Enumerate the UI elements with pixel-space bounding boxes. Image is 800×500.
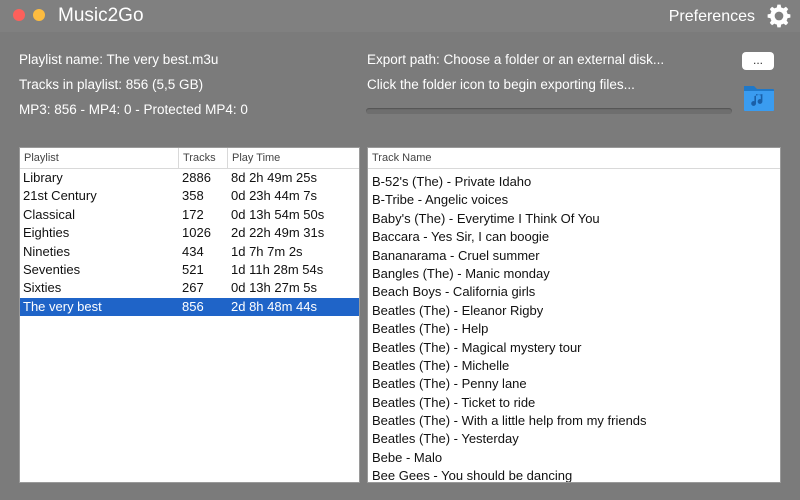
playlist-name-cell: 21st Century [23,188,97,204]
track-row[interactable]: Baby's (The) - Everytime I Think Of You [368,210,780,228]
track-name-cell: Beatles (The) - Ticket to ride [372,394,536,410]
playlist-time-cell: 0d 23h 44m 7s [231,188,318,204]
tracks-count-label: Tracks in playlist: 856 (5,5 GB) [19,77,204,92]
playlist-name-cell: Eighties [23,225,70,241]
track-name-cell: B-Tribe - Angelic voices [372,192,509,208]
track-row[interactable]: Bananarama - Cruel summer [368,247,780,265]
title-bar: Music2Go Preferences [0,0,800,32]
playlist-name-cell: Seventies [23,261,81,277]
column-header-track-name[interactable]: Track Name [368,148,780,168]
playlists-table-header: Playlist Tracks Play Time [20,148,359,169]
playlist-time-cell: 1d 11h 28m 54s [231,261,324,277]
track-name-cell: Beatles (The) - With a little help from … [372,413,647,429]
track-row[interactable]: Beatles (The) - Michelle [368,357,780,375]
track-name-cell: Beatles (The) - Eleanor Rigby [372,302,544,318]
playlist-row[interactable]: Sixties 267 0d 13h 27m 5s [20,279,359,297]
track-name-cell: Beach Boys - California girls [372,284,536,300]
export-hint-label: Click the folder icon to begin exporting… [367,77,635,92]
track-name-cell: Beatles (The) - Penny lane [372,376,527,392]
playlist-name-cell: Nineties [23,243,70,259]
preferences-button[interactable]: Preferences [669,6,755,28]
track-row[interactable]: Beatles (The) - Yesterday [368,430,780,448]
track-name-cell: Beatles (The) - Help [372,321,489,337]
music-folder-icon[interactable] [742,80,776,114]
playlist-time-cell: 1d 7h 7m 2s [231,243,303,259]
track-name-cell: Beatles (The) - Magical mystery tour [372,339,582,355]
playlist-tracks-cell: 434 [182,243,204,259]
track-name-cell: Baccara - Yes Sir, I can boogie [372,229,550,245]
track-row[interactable]: Beatles (The) - Eleanor Rigby [368,302,780,320]
playlist-name-cell: Library [23,170,63,185]
playlist-name-cell: The very best [23,298,102,314]
playlist-row[interactable]: Library 2886 8d 2h 49m 25s [20,169,359,187]
export-progress-bar [366,108,732,114]
playlist-name-label: Playlist name: The very best.m3u [19,52,219,67]
playlist-time-cell: 2d 22h 49m 31s [231,225,325,241]
playlist-row[interactable]: Seventies 521 1d 11h 28m 54s [20,261,359,279]
playlist-row[interactable]: Classical 172 0d 13h 54m 50s [20,206,359,224]
track-row[interactable]: Bebe - Malo [368,449,780,467]
minimize-window-button[interactable] [33,9,45,21]
track-name-cell: Bananarama - Cruel summer [372,247,540,263]
playlist-time-cell: 0d 13h 27m 5s [231,280,318,296]
app-title: Music2Go [58,5,144,26]
playlist-row[interactable]: The very best 856 2d 8h 48m 44s [20,297,359,317]
playlists-table-body: Library 2886 8d 2h 49m 25s 21st Century 358 0… [20,169,359,317]
column-header-play-time[interactable]: Play Time [227,148,359,168]
tracks-table-header: Track Name [368,148,780,169]
playlist-time-cell: 8d 2h 49m 25s [231,170,318,185]
close-window-button[interactable] [13,9,25,21]
playlist-name-cell: Sixties [23,280,62,296]
playlist-tracks-cell: 521 [182,261,204,277]
track-row[interactable]: B-Tribe - Angelic voices [368,191,780,209]
playlist-tracks-cell: 172 [182,206,204,222]
tracks-table-body: B-52's (The) - Private Idaho B-Tribe - An… [368,169,780,483]
track-name-cell: Bangles (The) - Manic monday [372,265,550,281]
track-name-cell: Beatles (The) - Yesterday [372,431,519,447]
playlist-tracks-cell: 1026 [182,225,211,241]
choose-export-folder-button[interactable]: ... [742,52,774,70]
playlist-tracks-cell: 358 [182,188,204,204]
playlists-table: Playlist Tracks Play Time Library 2886 8d … [19,147,360,483]
playlist-tracks-cell: 2886 [182,170,211,185]
track-row[interactable]: B-52's (The) - Private Idaho [368,173,780,191]
track-name-cell: B-52's (The) - Private Idaho [372,174,532,189]
export-path-label: Export path: Choose a folder or an exter… [367,52,665,67]
track-row[interactable]: Beatles (The) - Ticket to ride [368,394,780,412]
track-row[interactable]: Bangles (The) - Manic monday [368,265,780,283]
track-name-cell: Baby's (The) - Everytime I Think Of You [372,210,600,226]
track-name-cell: Bebe - Malo [372,449,443,465]
track-row[interactable]: Beatles (The) - With a little help from … [368,412,780,430]
playlist-row[interactable]: 21st Century 358 0d 23h 44m 7s [20,187,359,205]
playlist-name-cell: Classical [23,206,76,222]
track-name-cell: Beatles (The) - Michelle [372,357,510,373]
playlist-row[interactable]: Nineties 434 1d 7h 7m 2s [20,243,359,261]
playlist-time-cell: 2d 8h 48m 44s [231,298,318,314]
playlist-row[interactable]: Eighties 1026 2d 22h 49m 31s [20,224,359,242]
column-header-playlist[interactable]: Playlist [20,148,178,168]
track-row[interactable]: Bee Gees - You should be dancing [368,467,780,483]
gear-icon[interactable] [766,3,792,29]
track-name-cell: Bee Gees - You should be dancing [372,468,573,483]
playlist-time-cell: 0d 13h 54m 50s [231,206,325,222]
track-row[interactable]: Beatles (The) - Penny lane [368,375,780,393]
column-header-tracks[interactable]: Tracks [178,148,227,168]
playlist-tracks-cell: 267 [182,280,204,296]
track-row[interactable]: Beatles (The) - Magical mystery tour [368,339,780,357]
track-row[interactable]: Beach Boys - California girls [368,283,780,301]
format-counts-label: MP3: 856 - MP4: 0 - Protected MP4: 0 [19,102,248,117]
playlist-tracks-cell: 856 [182,298,204,314]
tracks-table: Track Name B-52's (The) - Private Idaho B… [367,147,781,483]
track-row[interactable]: Beatles (The) - Help [368,320,780,338]
track-row[interactable]: Baccara - Yes Sir, I can boogie [368,228,780,246]
